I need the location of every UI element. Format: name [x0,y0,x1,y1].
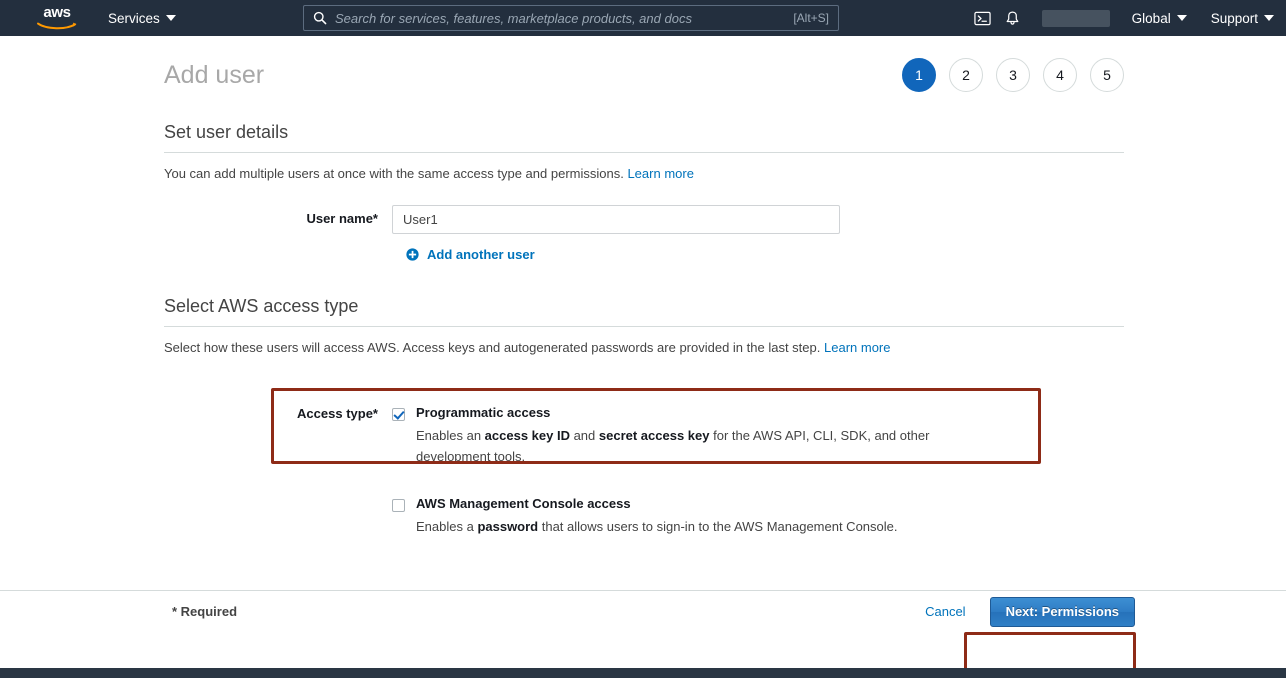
wizard-step-4-label: 4 [1056,67,1064,83]
cancel-button[interactable]: Cancel [925,604,965,619]
region-selector-label: Global [1131,10,1171,26]
programmatic-access-text: Programmatic access Enables an access ke… [416,405,956,467]
wizard-step-indicator: 1 2 3 4 5 [902,58,1124,92]
programmatic-access-description: Enables an access key ID and secret acce… [416,425,956,467]
programmatic-access-desc-bold1: access key ID [484,428,570,443]
aws-logo-wordmark: aws [43,4,71,21]
notifications-bell-icon[interactable] [998,0,1028,36]
select-access-type-learn-more-link[interactable]: Learn more [824,340,890,355]
console-access-desc-bold1: password [477,519,539,534]
plus-circle-icon [406,248,419,261]
region-selector[interactable]: Global [1120,0,1199,36]
set-user-details-heading: Set user details [164,122,1124,153]
wizard-step-2-label: 2 [962,67,970,83]
console-access-row: AWS Management Console access Enables a … [164,496,1124,537]
wizard-step-1-label: 1 [915,67,923,83]
wizard-step-2[interactable]: 2 [949,58,983,92]
programmatic-access-desc-bold2: secret access key [598,428,710,443]
console-access-desc-part2: that allows users to sign-in to the AWS … [538,519,898,534]
wizard-step-5-label: 5 [1103,67,1111,83]
page-header: Add user 1 2 3 4 5 [164,36,1124,92]
select-access-type-description-text: Select how these users will access AWS. … [164,340,821,355]
programmatic-access-desc-part2: and [569,428,599,443]
wizard-step-1[interactable]: 1 [902,58,936,92]
wizard-step-5[interactable]: 5 [1090,58,1124,92]
search-icon [313,11,327,25]
programmatic-access-desc-part1: Enables an [416,428,485,443]
bottom-strip [0,668,1286,678]
access-type-label: Access type* [297,406,378,421]
wizard-step-3-label: 3 [1009,67,1017,83]
account-menu[interactable] [1041,9,1110,27]
search-input[interactable] [335,10,786,26]
global-search-bar[interactable]: [Alt+S] [303,5,839,31]
set-user-details-description-text: You can add multiple users at once with … [164,166,624,181]
chevron-down-icon [165,15,176,21]
programmatic-access-checkbox[interactable] [392,408,405,421]
chevron-down-icon [1176,15,1187,21]
console-access-description: Enables a password that allows users to … [416,516,898,537]
footer-actions: Cancel Next: Permissions [925,596,1135,627]
aws-logo[interactable]: aws [36,5,78,31]
wizard-step-4[interactable]: 4 [1043,58,1077,92]
wizard-step-3[interactable]: 3 [996,58,1030,92]
top-navigation-right: Global Support [968,0,1286,36]
console-access-text: AWS Management Console access Enables a … [416,496,898,537]
next-permissions-button[interactable]: Next: Permissions [989,596,1135,627]
add-another-user-label: Add another user [427,247,535,262]
select-access-type-description: Select how these users will access AWS. … [164,339,1124,357]
page-title: Add user [164,61,265,89]
support-menu-label: Support [1210,10,1258,26]
page-body: Add user 1 2 3 4 5 Set user details You … [0,36,1286,678]
chevron-down-icon [1264,15,1274,21]
top-navigation-bar: aws Services [Alt+S] [0,0,1286,36]
programmatic-access-row: Access type* Programmatic access Enables… [164,405,1124,467]
annotation-highlight-next-button [964,632,1136,673]
console-access-desc-part1: Enables a [416,519,478,534]
console-access-spacer [164,496,392,497]
cloudshell-icon[interactable] [968,0,998,36]
required-note: * Required [172,604,238,619]
username-label: User name* [306,211,378,226]
add-another-user-button[interactable]: Add another user [406,247,535,262]
footer-bar: * Required Cancel Next: Permissions [0,591,1286,632]
aws-logo-swoosh-icon [37,22,77,30]
access-type-options: Access type* Programmatic access Enables… [164,388,1124,537]
select-access-type-heading: Select AWS access type [164,296,1124,327]
page-content: Add user 1 2 3 4 5 Set user details You … [164,36,1124,537]
set-user-details-description: You can add multiple users at once with … [164,165,1124,183]
programmatic-access-heading: Programmatic access [416,405,551,420]
console-access-checkbox[interactable] [392,499,405,512]
search-shortcut-hint: [Alt+S] [793,11,829,25]
support-menu[interactable]: Support [1199,0,1286,36]
services-menu[interactable]: Services [108,0,176,36]
services-menu-label: Services [108,10,160,26]
console-access-heading: AWS Management Console access [416,496,631,511]
username-input[interactable] [392,205,840,234]
set-user-details-learn-more-link[interactable]: Learn more [627,166,693,181]
username-form-row: User name* [164,205,1124,234]
